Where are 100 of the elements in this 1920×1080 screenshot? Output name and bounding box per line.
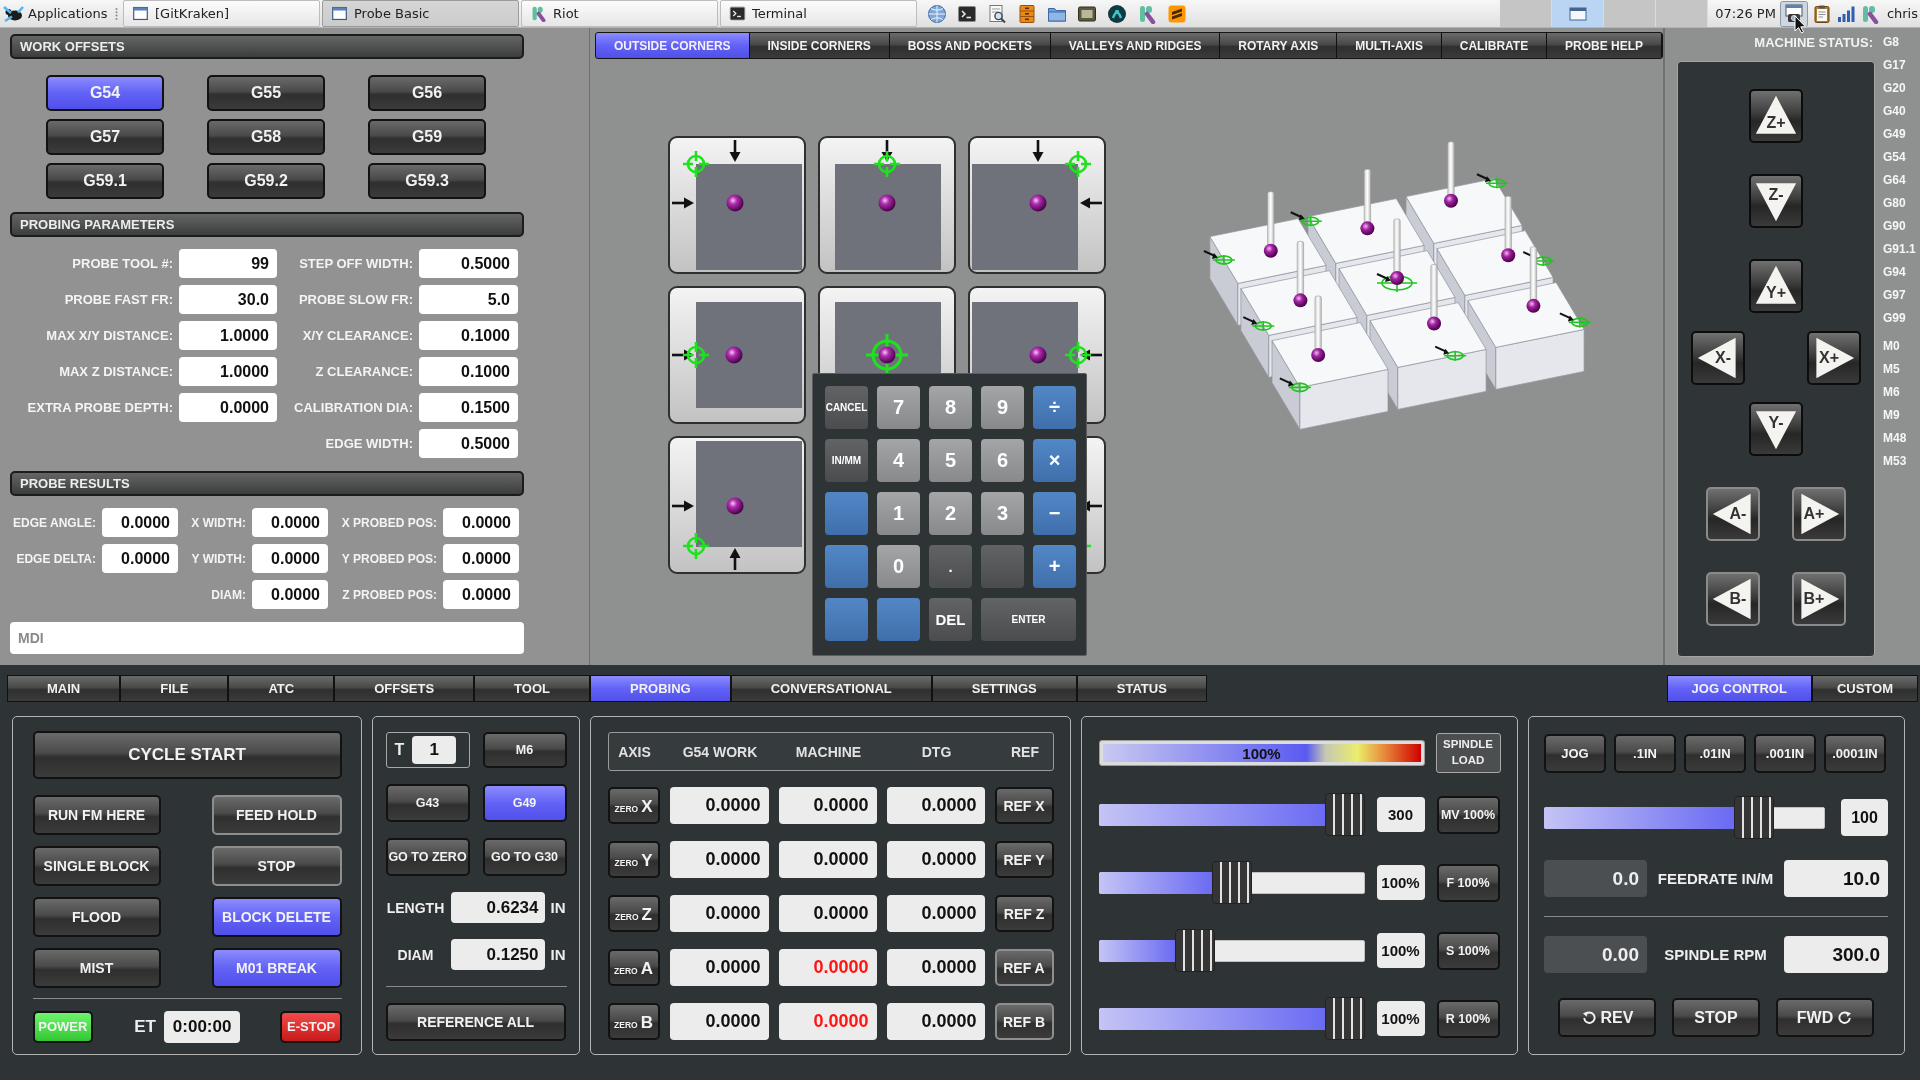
circle-logo-icon[interactable] — [1107, 3, 1127, 24]
work-offset-button[interactable]: G55 — [207, 75, 325, 111]
mdi-input-field[interactable]: MDI — [10, 622, 524, 654]
taskbar-window-button[interactable]: Riot — [521, 0, 718, 27]
main-tab[interactable]: MAIN — [7, 675, 121, 702]
jog-arrow-button[interactable]: Z+ — [1749, 89, 1803, 143]
applications-menu[interactable]: Applications — [0, 0, 112, 27]
cabinet-icon[interactable] — [1017, 3, 1037, 24]
probe-tab[interactable]: VALLEYS AND RIDGES — [1050, 33, 1221, 58]
reference-axis-button[interactable]: REF Z — [994, 895, 1054, 932]
main-tab[interactable]: PROBING — [590, 675, 731, 702]
override-reset-button[interactable]: F 100% — [1436, 863, 1500, 902]
probe-mode-button[interactable] — [668, 136, 806, 274]
spindle-button[interactable]: FWD — [1776, 998, 1874, 1037]
jog-increment-button[interactable]: .01IN — [1684, 734, 1746, 773]
parameter-input[interactable]: 1.0000 — [179, 321, 277, 350]
main-tab[interactable]: OFFSETS — [334, 675, 475, 702]
keypad-key[interactable]: + — [1033, 545, 1076, 588]
jog-arrow-button[interactable]: X- — [1691, 331, 1745, 385]
probe-tab[interactable]: OUTSIDE CORNERS — [596, 33, 750, 58]
slider-handle[interactable] — [1211, 861, 1252, 904]
parameter-input[interactable]: 0.1000 — [419, 321, 518, 350]
probe-tab[interactable]: ROTARY AXIS — [1220, 33, 1338, 58]
program-button[interactable]: M01 BREAK — [211, 947, 342, 988]
jog-increment-button[interactable]: .0001IN — [1824, 734, 1886, 773]
setting-input[interactable]: 300.0 — [1784, 936, 1888, 973]
probe-tab[interactable]: INSIDE CORNERS — [749, 33, 890, 58]
tool-change-button[interactable]: M6 — [482, 732, 567, 768]
keypad-key[interactable]: . — [929, 545, 972, 588]
main-tab[interactable]: SETTINGS — [931, 675, 1077, 702]
work-offset-button[interactable]: G59.3 — [368, 163, 486, 199]
reference-axis-button[interactable]: REF X — [994, 787, 1054, 824]
work-offset-button[interactable]: G58 — [207, 119, 325, 155]
probe-tab[interactable]: MULTI-AXIS — [1337, 33, 1442, 58]
program-button[interactable]: RUN FM HERE — [32, 794, 161, 835]
probe-mode-button[interactable] — [1087, 436, 1106, 574]
jog-increment-button[interactable]: .001IN — [1754, 734, 1816, 773]
parameter-input[interactable]: 0.5000 — [419, 429, 518, 458]
parameter-input[interactable]: 0.1500 — [419, 393, 518, 422]
keypad-key[interactable]: − — [1033, 492, 1076, 535]
document-search-icon[interactable] — [987, 3, 1007, 24]
probe-tab[interactable]: CALIBRATE — [1441, 33, 1548, 58]
jog-arrow-button[interactable]: Z- — [1749, 174, 1803, 228]
parameter-input[interactable]: 0.5000 — [419, 249, 518, 278]
clipboard-icon[interactable] — [1811, 3, 1832, 24]
slider[interactable] — [1098, 793, 1365, 836]
logo-bars-icon[interactable] — [1137, 3, 1157, 24]
probe-mode-button[interactable] — [818, 136, 956, 274]
setting-input[interactable]: 10.0 — [1784, 860, 1888, 897]
tool-offset-button[interactable]: G43 — [385, 784, 470, 822]
main-tab[interactable]: ATC — [228, 675, 335, 702]
work-offset-button[interactable]: G57 — [46, 119, 164, 155]
globe-icon[interactable] — [927, 3, 947, 24]
work-offset-button[interactable]: G59.1 — [46, 163, 164, 199]
go-to-button[interactable]: GO TO G30 — [482, 838, 567, 876]
spindle-button[interactable]: REV — [1558, 998, 1656, 1037]
jog-increment-button[interactable]: JOG — [1544, 734, 1606, 773]
taskbar-window-button[interactable]: Probe Basic — [322, 0, 519, 27]
reference-all-button[interactable]: REFERENCE ALL — [385, 1003, 566, 1041]
slider-handle[interactable] — [1734, 796, 1775, 839]
program-button[interactable]: FLOOD — [32, 896, 161, 937]
jog-arrow-button[interactable]: Y- — [1749, 402, 1803, 456]
slider[interactable] — [1098, 929, 1365, 972]
parameter-input[interactable]: 1.0000 — [179, 357, 277, 386]
striped-tile-logo-icon[interactable] — [1167, 3, 1187, 24]
keypad-key[interactable]: DEL — [929, 598, 972, 641]
zero-axis-button[interactable]: ZERO Z — [607, 895, 660, 932]
jog-increment-button[interactable]: .1IN — [1614, 734, 1676, 773]
keypad-key[interactable]: CANCEL — [825, 386, 868, 429]
program-button[interactable]: BLOCK DELETE — [211, 896, 342, 937]
cycle-start-button[interactable]: CYCLE START — [32, 730, 342, 779]
override-reset-button[interactable]: S 100% — [1436, 931, 1500, 970]
work-offset-button[interactable]: G54 — [46, 75, 164, 111]
parameter-input[interactable]: 0.0000 — [179, 393, 277, 422]
estop-button[interactable]: E-STOP — [280, 1010, 342, 1043]
program-button[interactable]: MIST — [32, 947, 161, 988]
picture-frame-icon[interactable] — [1077, 3, 1097, 24]
probe-mode-button[interactable] — [968, 136, 1106, 274]
zero-axis-button[interactable]: ZERO X — [607, 787, 660, 824]
go-to-button[interactable]: GO TO ZERO — [385, 838, 470, 876]
parameter-input[interactable]: 5.0 — [419, 285, 518, 314]
slider-handle[interactable] — [1324, 793, 1365, 836]
taskbar-window-button[interactable]: [GitKraken] — [123, 0, 320, 27]
main-tab[interactable]: TOOL — [474, 675, 590, 702]
slider-handle[interactable] — [1324, 997, 1365, 1040]
main-tab[interactable]: FILE — [120, 675, 229, 702]
tool-number-field[interactable]: 1 — [412, 736, 457, 764]
keypad-key[interactable]: ÷ — [1033, 386, 1076, 429]
keypad-key[interactable]: × — [1033, 439, 1076, 482]
taskbar-window-button[interactable]: Terminal — [720, 0, 917, 27]
parameter-input[interactable]: 99 — [179, 249, 277, 278]
slider[interactable] — [1544, 796, 1825, 839]
slider-handle[interactable] — [1175, 929, 1216, 972]
probe-tab[interactable]: BOSS AND POCKETS — [889, 33, 1051, 58]
probe-tab[interactable]: PROBE HELP — [1547, 33, 1662, 58]
side-tab[interactable]: JOG CONTROL — [1666, 675, 1812, 702]
work-offset-button[interactable]: G59.2 — [207, 163, 325, 199]
main-tab[interactable]: STATUS — [1076, 675, 1207, 702]
side-tab[interactable]: CUSTOM — [1811, 675, 1918, 702]
tool-offset-button[interactable]: G49 — [482, 784, 567, 822]
